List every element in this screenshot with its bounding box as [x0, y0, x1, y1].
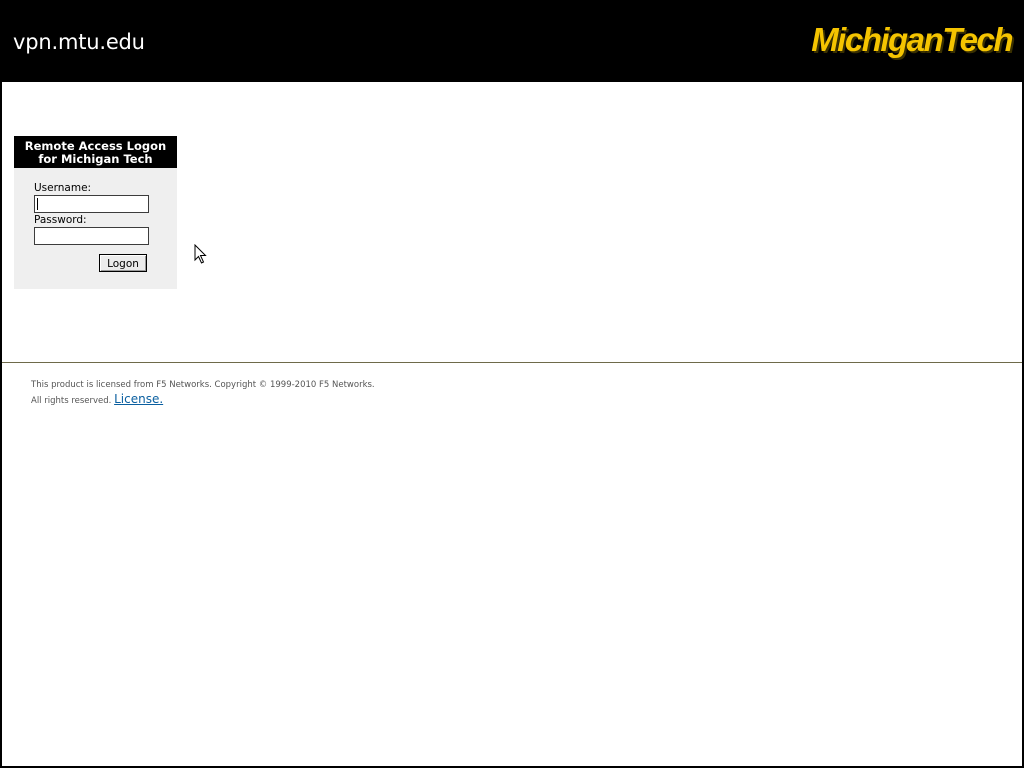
license-link[interactable]: License. — [114, 392, 163, 406]
username-input[interactable] — [34, 195, 149, 213]
logon-title: Remote Access Logon for Michigan Tech — [14, 136, 177, 168]
footer-divider — [2, 362, 1022, 363]
header-bar: vpn.mtu.edu MichiganTech — [0, 0, 1024, 82]
logon-box: Remote Access Logon for Michigan Tech Us… — [14, 136, 177, 289]
rights-text: All rights reserved. — [31, 396, 112, 406]
footer: This product is licensed from F5 Network… — [31, 378, 375, 408]
logon-title-line2: for Michigan Tech — [38, 152, 153, 166]
logon-button[interactable]: Logon — [99, 254, 147, 272]
michigan-tech-logo: MichiganTech — [811, 21, 1013, 58]
text-caret — [37, 198, 38, 210]
page: vpn.mtu.edu MichiganTech Remote Access L… — [0, 0, 1024, 768]
site-name: vpn.mtu.edu — [13, 30, 145, 54]
username-label: Username: — [34, 182, 92, 194]
password-input[interactable] — [34, 227, 149, 245]
copyright-text: This product is licensed from F5 Network… — [31, 380, 375, 390]
content-area: Remote Access Logon for Michigan Tech Us… — [2, 82, 1022, 766]
password-label: Password: — [34, 214, 87, 226]
mouse-pointer-icon — [194, 244, 207, 264]
rights-line: All rights reserved. License. — [31, 392, 375, 408]
